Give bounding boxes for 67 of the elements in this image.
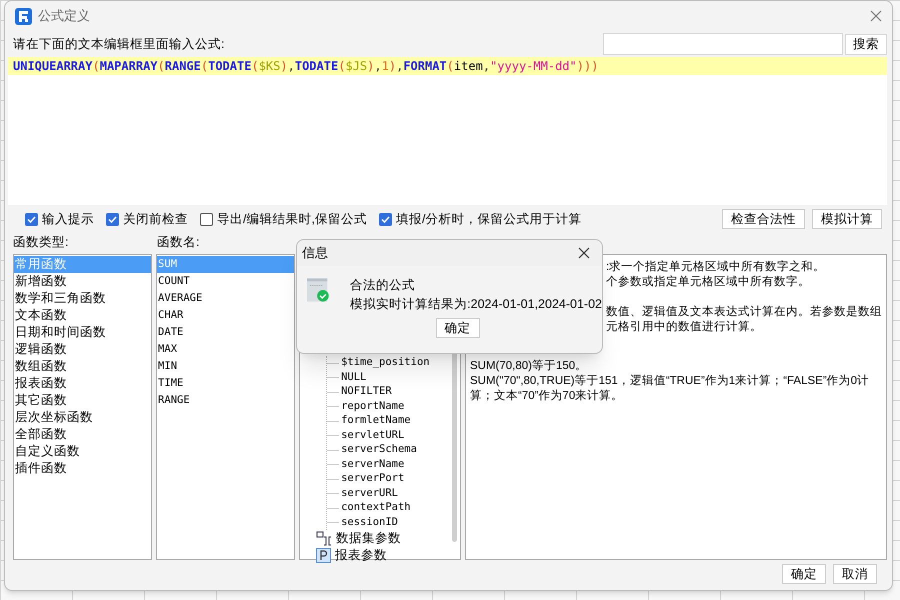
list-item[interactable]: 日期和时间函数 (14, 324, 152, 341)
list-item[interactable]: 全部函数 (14, 426, 152, 443)
list-item[interactable]: 数组函数 (14, 358, 152, 375)
search-button[interactable]: 搜索 (845, 34, 887, 54)
checkbox-label[interactable]: 关闭前检查 (123, 210, 188, 228)
list-item[interactable]: MIN (157, 358, 294, 375)
list-item[interactable]: 其它函数 (14, 392, 152, 409)
tree-item[interactable]: servletURL (341, 428, 404, 444)
list-item[interactable]: 插件函数 (14, 460, 152, 477)
search-field[interactable] (603, 33, 843, 55)
list-label: 函数类型: (13, 234, 70, 252)
list-item[interactable]: 自定义函数 (14, 443, 152, 460)
tree-item[interactable]: 数据集参数 (336, 529, 402, 548)
list-item[interactable]: 数学和三角函数 (14, 290, 152, 307)
checkbox-label[interactable]: 填报/分析时，保留公式用于计算 (396, 210, 582, 228)
dataset-icon (316, 531, 332, 546)
app-logo-icon (15, 8, 32, 24)
description-text: SUM(70,80)等于150。 (470, 359, 588, 374)
formula-editor[interactable]: UNIQUEARRAY(MAPARRAY(RANGE(TODATE($KS),TODATE($JS),1),FORMAT(item,"yyyy-MM-dd"))) (8, 57, 887, 205)
list-item[interactable]: 文本函数 (14, 307, 152, 324)
tree-item[interactable]: 报表参数 (335, 546, 388, 565)
description-text: 数值、逻辑值及文本表达式计算在内。若参数是数组 (604, 305, 882, 320)
dialog-button[interactable]: 确定 (782, 564, 826, 584)
description-text: 元格引用中的数值进行计算。 (604, 320, 763, 335)
list-item[interactable]: 报表函数 (14, 375, 152, 392)
prompt-label: 请在下面的文本编辑框里面输入公式: (13, 36, 224, 53)
action-button[interactable]: 检查合法性 (722, 209, 805, 229)
close-icon[interactable] (578, 247, 590, 259)
description-text: :求一个指定单元格区域中所有数字之和。 (604, 260, 826, 275)
list-item[interactable]: TIME (157, 375, 294, 392)
tree-item[interactable]: serverPort (341, 471, 404, 488)
tree-item[interactable]: serverURL (341, 486, 398, 502)
tree-item[interactable]: NULL (341, 370, 366, 386)
checkbox[interactable] (378, 212, 392, 226)
description-text: SUM("70",80,TRUE)等于151，逻辑值“TRUE”作为1来计算；“FALSE”作为0计算；文本“70”作为70来计算。 (470, 374, 870, 404)
list-item[interactable]: DATE (157, 324, 294, 341)
action-button[interactable]: 模拟计算 (812, 209, 882, 229)
checkbox-label[interactable]: 输入提示 (42, 210, 94, 228)
message-text: 合法的公式 (350, 277, 416, 294)
dialog-title: 信息 (302, 244, 328, 262)
list-item[interactable]: COUNT (157, 273, 294, 290)
window-title: 公式定义 (38, 7, 90, 26)
list-item[interactable]: RANGE (157, 392, 294, 409)
checkbox[interactable] (200, 212, 213, 226)
tree-item[interactable]: sessionID (341, 514, 398, 531)
tree-item[interactable]: serverSchema (341, 442, 417, 458)
tree-item[interactable]: serverName (341, 456, 404, 473)
list-item[interactable]: AVERAGE (157, 290, 294, 307)
list-item[interactable]: MAX (157, 341, 294, 358)
list-label: 函数名: (157, 234, 200, 252)
ok-button[interactable]: 确定 (436, 318, 480, 338)
checkbox[interactable] (106, 212, 119, 226)
tree-item[interactable]: $time_position (341, 355, 430, 372)
tree-item[interactable]: reportName (341, 398, 404, 415)
description-text: 个参数或指定单元格区域中所有数字。 (604, 275, 811, 290)
list-item[interactable]: 层次坐标函数 (14, 409, 152, 426)
dialog-button[interactable]: 取消 (833, 564, 877, 584)
tree-item[interactable]: NOFILTER (341, 384, 392, 400)
parameter-icon (316, 548, 332, 563)
tree-item[interactable]: contextPath (341, 500, 411, 516)
checkbox-label[interactable]: 导出/编辑结果时,保留公式 (217, 210, 367, 228)
list-item[interactable]: CHAR (157, 307, 294, 324)
message-text: 模拟实时计算结果为:2024-01-01,2024-01-02 (350, 296, 602, 313)
checkbox[interactable] (25, 212, 38, 226)
list-item[interactable]: 逻辑函数 (14, 341, 152, 358)
tree-item[interactable]: formletName (341, 413, 411, 430)
list-item[interactable]: 新增函数 (14, 273, 152, 290)
